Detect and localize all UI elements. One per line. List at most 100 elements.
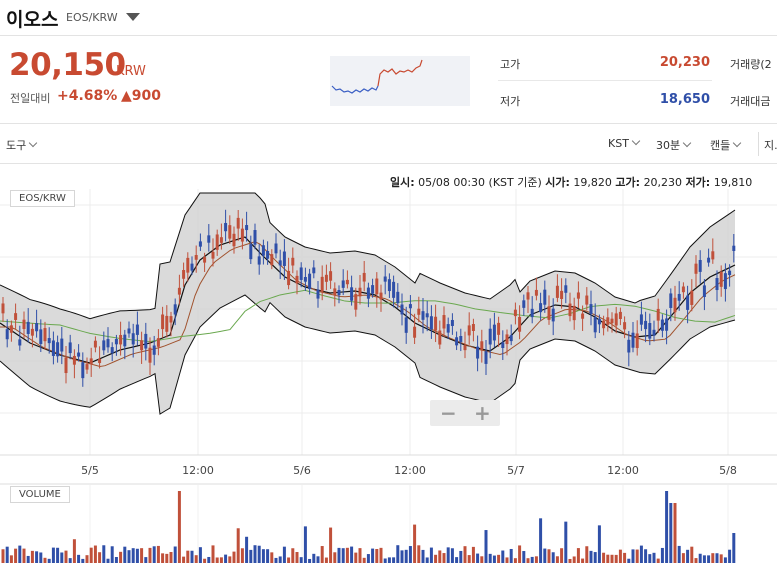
timezone-menu[interactable]: KST [608,136,641,150]
volume-bar [425,557,429,563]
volume-bar [526,558,530,563]
volume-bar [648,554,652,563]
volume-bar [303,526,307,563]
candle-body [102,340,106,351]
candle-body [190,263,194,271]
volume-bar [450,548,454,563]
tools-label: 도구 [6,139,27,152]
candle-body [123,334,127,347]
candle-body [526,292,530,300]
volume-bar [358,548,362,563]
candle-body [492,324,496,341]
candle-body [459,336,463,342]
candle-body [648,323,652,339]
candle-body [362,272,366,282]
tools-menu[interactable]: 도구 [6,137,38,153]
candle-body [127,328,131,334]
candle-body [182,270,186,279]
volume-bar [312,553,316,563]
candle-body [488,328,492,345]
candle-body [43,328,47,342]
top-bar: 이오스 EOS/KRW [0,0,777,36]
volume-bar [576,548,580,563]
volume-bar [39,552,43,563]
mini-price-chart [330,56,470,106]
volume-bar [484,530,488,563]
caret-down-icon[interactable] [126,13,140,21]
candle-body [22,319,26,330]
candle-body [77,352,81,357]
candle-body [480,341,484,350]
volume-bar [165,553,169,563]
candle-body [593,317,597,333]
volume-bar [308,558,312,563]
volume-bar [501,550,505,563]
volume-bar [564,521,568,563]
zoom-in-button[interactable]: + [474,401,491,425]
chevron-down-icon [733,138,742,148]
candle-body [522,300,526,308]
candle-body [333,288,337,296]
volume-bar [135,548,139,563]
interval-menu[interactable]: 30분 [656,137,692,153]
volume-bar [278,556,282,563]
volume-bar [186,550,190,563]
candle-body [345,279,349,285]
chart-type-label: 캔들 [710,139,731,152]
candle-body [14,313,18,320]
volume-bar [732,533,736,563]
stat-divider [498,80,712,81]
volume-bar [476,553,480,563]
volume-bar [459,550,463,563]
volume-bar [455,557,459,563]
candle-body [228,225,232,239]
candle-body [194,255,198,260]
candle-body [732,245,736,251]
bollinger-band [0,193,735,414]
candle-body [68,342,72,354]
volume-bar [656,558,660,563]
volume-bar [177,491,181,563]
candle-body [203,257,207,263]
candle-body [686,295,690,310]
coin-name: 이오스 [6,9,59,31]
candle-body [93,340,97,348]
volume-bar [375,548,379,563]
candle-body [585,295,589,305]
volume-bar [534,556,538,563]
volume-chart-tag: VOLUME [10,486,70,503]
candle-body [366,287,370,299]
candle-body [316,289,320,299]
price-chart[interactable]: 5/5 12:00 5/6 12:00 5/7 12:00 5/8 [0,165,777,568]
volume-bar [505,557,509,563]
candle-body [173,304,177,315]
volume-bar [644,549,648,563]
candle-body [467,325,471,336]
zoom-out-button[interactable]: − [440,401,457,425]
indicator-menu[interactable]: 지. [764,137,777,153]
volume-bar [1,549,5,563]
volume-bar [610,554,614,563]
volume-bar [345,547,349,563]
volume-bar [211,545,215,563]
candle-body [673,297,677,313]
volume-bar [47,558,51,563]
volume-bar [266,549,270,563]
candle-body [39,329,43,345]
volume-bar [597,525,601,563]
volume-bar [543,548,547,563]
volume-bar [488,553,492,563]
candle-body [627,339,631,353]
candle-body [261,245,265,256]
chart-type-menu[interactable]: 캔들 [710,137,742,153]
candle-body [379,292,383,300]
pair-selector-label[interactable]: EOS/KRW [66,11,118,24]
volume-bar [585,546,589,563]
volume-bar [182,556,186,563]
volume-bar [707,555,711,563]
volume-bar [530,556,534,563]
volume-bar [408,546,412,563]
timezone-label: KST [608,137,629,150]
candle-body [114,338,118,345]
volume-bar [291,548,295,563]
